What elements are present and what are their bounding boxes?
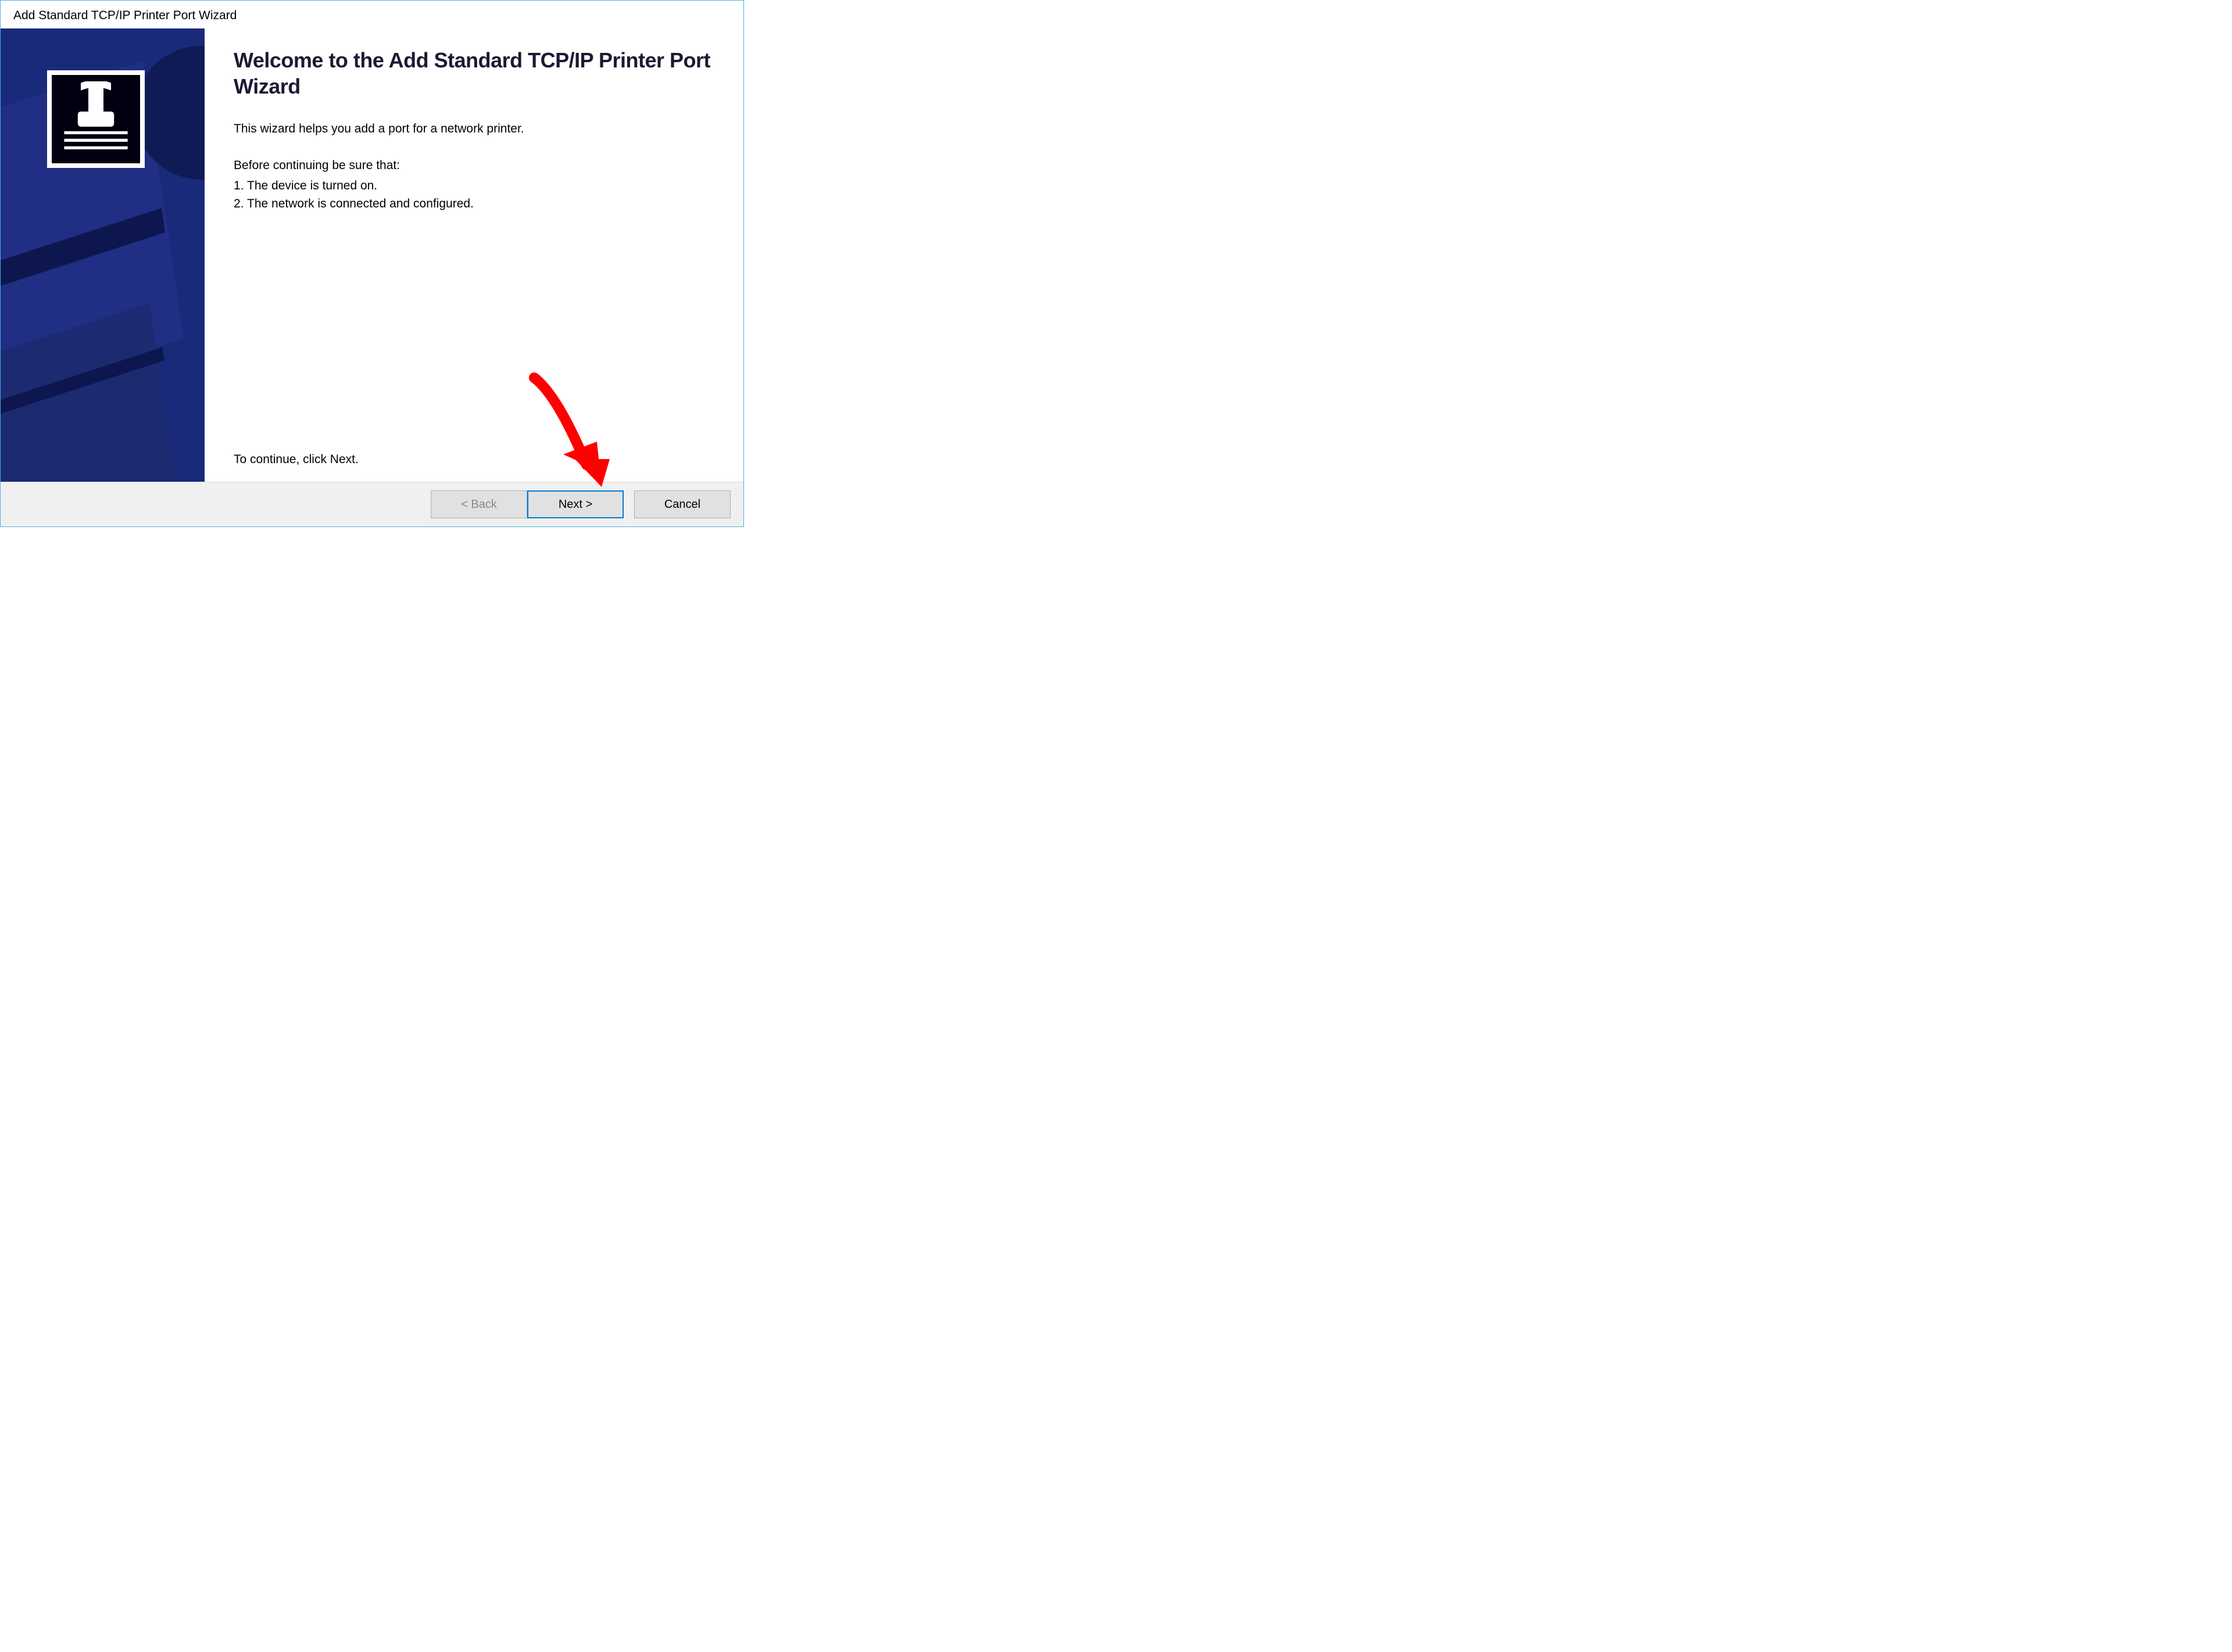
next-button[interactable]: Next > (527, 490, 624, 518)
wizard-footer: < Back Next > Cancel (1, 482, 743, 526)
printer-stamp-icon (47, 70, 145, 168)
wizard-sidebar (1, 28, 205, 482)
prerequisites: Before continuing be sure that: 1. The d… (234, 157, 720, 213)
prereq-item-2: 2. The network is connected and configur… (234, 195, 720, 213)
nav-button-group: < Back Next > (431, 490, 624, 518)
continue-hint: To continue, click Next. (234, 453, 720, 476)
wizard-window: Add Standard TCP/IP Printer Port Wizard (0, 0, 744, 527)
back-button: < Back (431, 490, 527, 518)
intro-text: This wizard helps you add a port for a n… (234, 120, 720, 137)
wizard-content: Welcome to the Add Standard TCP/IP Print… (205, 28, 743, 482)
cancel-button[interactable]: Cancel (634, 490, 731, 518)
page-heading: Welcome to the Add Standard TCP/IP Print… (234, 47, 720, 99)
wizard-body: Welcome to the Add Standard TCP/IP Print… (1, 28, 743, 482)
prereq-item-1: 1. The device is turned on. (234, 177, 720, 195)
before-label: Before continuing be sure that: (234, 157, 720, 174)
window-title: Add Standard TCP/IP Printer Port Wizard (1, 1, 743, 28)
